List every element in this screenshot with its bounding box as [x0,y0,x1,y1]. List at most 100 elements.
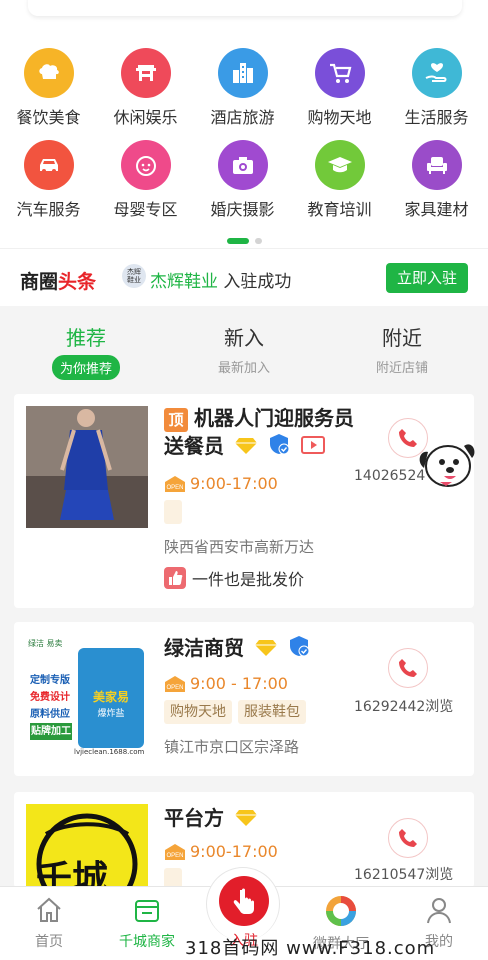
listing-tags: 购物天地 服装鞋包 [164,700,306,724]
shop-logo-icon: 杰辉鞋业 [122,264,146,288]
category-label: 汽车服务 [16,200,81,219]
category-label: 购物天地 [307,108,372,127]
tab-new[interactable]: 新入 最新加入 [184,322,304,376]
category-baby[interactable]: 母婴专区 [97,140,194,220]
tab-label: 新入 [224,326,264,350]
home-icon [37,897,61,922]
feed-tabs: 推荐 为你推荐 新入 最新加入 附近 附近店铺 [0,306,488,390]
diamond-icon [234,434,257,462]
shopping-cart-icon [314,48,365,98]
category-food[interactable]: 餐饮美食 [0,48,97,128]
open-sign-icon: OPEN [165,475,185,492]
tag: 购物天地 [164,700,232,724]
category-life[interactable]: 生活服务 [388,48,485,128]
baby-icon [120,140,171,190]
join-now-button[interactable]: 立即入驻 [386,263,468,293]
search-bar[interactable] [28,0,462,16]
listing-thumbnail: 绿洁 易卖 定制专版 免费设计 原料供应 贴牌加工 美家易 爆炸盐 lvjiec… [26,636,148,758]
tabbar-join[interactable]: 入驻 [206,867,280,949]
listing-address: 镇江市京口区宗泽路 [164,738,300,756]
hand-tap-icon [219,876,269,926]
verified-enterprise-icon [288,635,310,664]
video-icon [300,434,325,462]
category-auto[interactable]: 汽车服务 [0,140,97,220]
tabbar-label: 首页 [35,934,63,950]
diamond-icon [234,806,257,834]
car-icon [23,140,74,190]
shop-icon [135,900,159,922]
top-search-area [0,0,488,34]
business-hours: OPEN 9:00-17:00 [164,842,278,861]
chef-hat-icon [23,48,74,98]
listing-thumbnail: 千城 [26,804,148,888]
view-count: 16292442浏览 [354,699,454,715]
listing-card[interactable]: 顶机器人门迎服务员 送餐员 OPEN 9:00-17:00 陕西省西安市高新万达… [14,394,474,608]
headline-strip: 商圈头条 杰辉鞋业 杰辉鞋业 入驻成功 立即入驻 [0,248,488,306]
category-label: 婚庆摄影 [210,200,275,219]
graduation-cap-icon [314,140,365,190]
page-indicator [0,230,488,249]
category-wedding[interactable]: 婚庆摄影 [194,140,291,220]
category-shopping[interactable]: 购物天地 [291,48,388,128]
call-button[interactable] [388,818,428,858]
tab-nearby[interactable]: 附近 附近店铺 [342,322,462,376]
diamond-icon [254,636,277,664]
phone-icon [399,659,417,677]
watermark-text: 318首码网 www.F318.com [185,938,436,959]
tag: 服装鞋包 [238,700,306,724]
category-grid: 餐饮美食 休闲娱乐 酒店旅游 购物天地 生活服务 汽车服务 母婴专区 婚庆摄影 … [0,34,488,248]
dog-mascot-icon[interactable] [414,432,478,496]
phone-icon [399,829,417,847]
category-leisure[interactable]: 休闲娱乐 [97,48,194,128]
svg-text:OPEN: OPEN [166,485,183,491]
tabbar-merchants[interactable]: 千城商家 [104,895,190,951]
tag [164,500,182,524]
verified-enterprise-icon [268,433,290,462]
page-dot [254,237,262,244]
listing-address: 陕西省西安市高新万达 [164,538,315,556]
category-label: 母婴专区 [113,200,178,219]
user-icon [427,898,451,924]
care-hand-icon [411,48,462,98]
thumbs-up-icon [164,567,186,589]
tab-sublabel: 为你推荐 [51,355,120,380]
tabbar-home[interactable]: 首页 [6,895,92,951]
armchair-icon [411,140,462,190]
category-label: 餐饮美食 [16,108,81,127]
listing-name: 绿洁商贸 [164,634,310,664]
tab-sublabel: 附近店铺 [375,361,428,376]
category-label: 家具建材 [404,200,469,219]
camera-icon [217,140,268,190]
business-hours: OPEN 9:00-17:00 [164,474,278,493]
category-furniture[interactable]: 家具建材 [388,140,485,220]
headline-message[interactable]: 杰辉鞋业 入驻成功 [150,267,291,292]
call-button[interactable] [388,648,428,688]
category-label: 酒店旅游 [210,108,275,127]
listing-promo: 一件也是批发价 [164,566,304,590]
listing-card[interactable]: 绿洁 易卖 定制专版 免费设计 原料供应 贴牌加工 美家易 爆炸盐 lvjiec… [14,622,474,776]
view-count: 16210547浏览 [354,867,454,883]
category-label: 教育培训 [307,200,372,219]
tab-label: 推荐 [66,326,106,350]
svg-text:OPEN: OPEN [166,853,183,859]
open-sign-icon: OPEN [165,675,185,692]
tabbar-label: 千城商家 [119,934,175,950]
business-hours: OPEN 9:00 - 17:00 [164,674,288,693]
listing-name: 顶机器人门迎服务员 送餐员 [164,404,354,462]
category-hotel[interactable]: 酒店旅游 [194,48,291,128]
page-dot-active [226,237,249,244]
tab-label: 附近 [382,326,422,350]
open-sign-icon: OPEN [165,843,185,860]
category-label: 休闲娱乐 [113,108,178,127]
leisure-icon [120,48,171,98]
category-label: 生活服务 [404,108,469,127]
tab-recommend[interactable]: 推荐 为你推荐 [26,322,146,380]
listing-thumbnail [26,406,148,528]
svg-text:OPEN: OPEN [166,685,183,691]
listing-tags [164,500,182,524]
listing-name: 平台方 [164,804,257,834]
category-education[interactable]: 教育培训 [291,140,388,220]
top-badge: 顶 [164,407,188,432]
hotel-building-icon [217,48,268,98]
group-hall-icon [326,896,356,926]
